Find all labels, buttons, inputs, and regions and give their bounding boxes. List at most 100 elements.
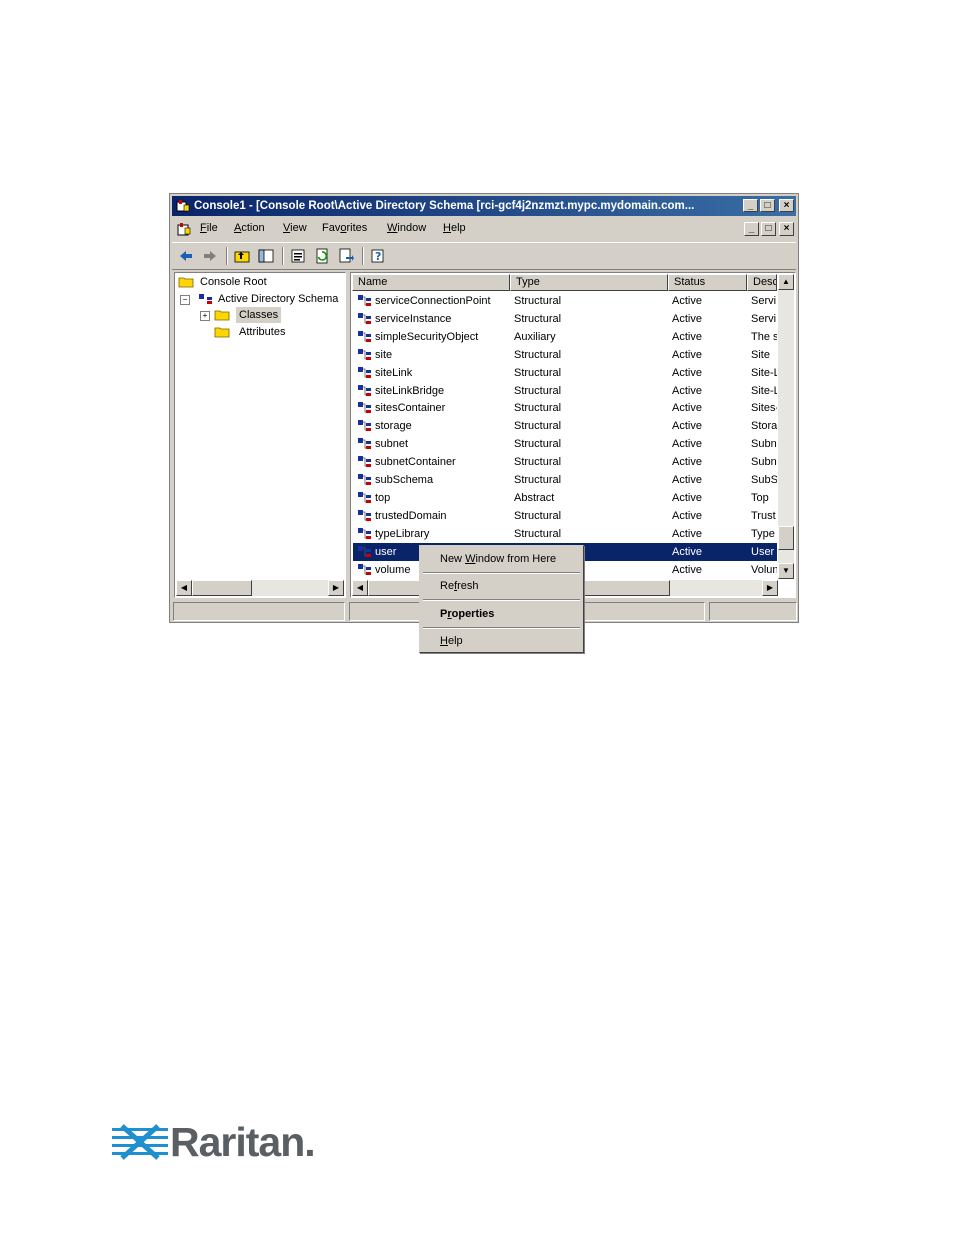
toolbar-separator [282,247,284,265]
cell-type: Structural [514,366,562,379]
table-row[interactable]: siteLink Structural Active Site-L [353,364,777,382]
tree-item-label: Console Root [200,276,267,288]
cell-description: Site-L [751,366,777,379]
cell-status: Active [672,438,702,451]
cell-type: Structural [514,474,562,486]
maximize-button[interactable]: □ [760,199,775,212]
cell-description: Type [751,527,775,540]
minimize-button[interactable]: _ [743,199,758,212]
properties-icon[interactable] [290,248,306,264]
back-arrow-icon[interactable] [178,248,194,264]
class-icon [358,509,371,521]
menu-favorites[interactable]: Favorites [322,222,367,234]
forward-arrow-icon[interactable] [202,248,218,264]
tree-item-label: Classes [236,307,282,323]
table-row[interactable]: simpleSecurityObject Auxiliary Active The s [353,328,777,346]
folder-icon [178,277,194,288]
menu-item-new-window-from-here[interactable]: New Window from Here [423,548,580,570]
menu-help[interactable]: Help [443,222,466,234]
menu-window[interactable]: Window [387,222,426,234]
close-button[interactable]: × [779,199,794,212]
brand-name: Raritan. [170,1119,316,1165]
title-bar[interactable]: Console1 - [Console Root\Active Director… [172,196,796,216]
class-icon [358,491,371,503]
up-folder-icon[interactable] [234,248,250,264]
table-row[interactable]: trustedDomain Structural Active Trust [353,507,777,525]
cell-description: SubS [751,474,777,486]
cell-type: Structural [514,384,562,397]
folder-icon [214,327,230,338]
cell-status: Active [672,384,702,397]
table-row[interactable]: subSchema Structural Active SubS [353,471,777,489]
table-row[interactable]: sitesContainer Structural Active Sites- [353,399,777,417]
help-icon[interactable]: ? [370,248,386,264]
table-row[interactable]: typeLibrary Structural Active Type [353,525,777,543]
scroll-thumb[interactable] [192,580,252,596]
cell-description: Servi [751,312,777,325]
table-row[interactable]: site Structural Active Site [353,346,777,364]
column-header-description[interactable]: Descri [747,274,777,291]
scroll-right-icon[interactable]: ▶ [762,580,778,596]
table-row[interactable]: subnet Structural Active Subn [353,435,777,453]
table-row[interactable]: subnetContainer Structural Active Subn [353,453,777,471]
cell-name: typeLibrary [375,527,430,540]
list-vertical-scrollbar[interactable]: ▲ ▼ [778,274,794,579]
menu-bar: File Action View Favorites Window Help _… [172,218,796,240]
cell-description: User [751,545,775,558]
table-row[interactable]: top Abstract Active Top [353,489,777,507]
refresh-icon[interactable] [314,248,330,264]
collapse-icon[interactable]: − [180,295,190,305]
class-icon [358,545,371,557]
toolbar: ? [172,242,796,270]
show-hide-tree-icon[interactable] [258,248,274,264]
expand-icon[interactable]: + [200,311,210,321]
column-header-type[interactable]: Type [510,274,668,291]
cell-description: Subn [751,456,777,469]
menu-file[interactable]: File [200,222,218,234]
menu-action[interactable]: Action [234,222,265,234]
class-icon [358,384,371,396]
table-row[interactable]: serviceConnectionPoint Structural Active Se… [353,292,777,310]
child-restore-button[interactable]: □ [761,222,776,236]
cell-description: Servi [751,295,777,307]
scroll-right-icon[interactable]: ▶ [328,580,344,596]
cell-status: Active [672,330,702,343]
cell-description: Volun [751,563,777,576]
tree-horizontal-scrollbar[interactable]: ◀ ▶ [176,580,344,596]
cell-description: Site [751,348,770,361]
column-header-name[interactable]: Name [352,274,510,291]
cell-type: Structural [514,402,562,415]
cell-type: Structural [514,438,562,451]
menu-item-refresh[interactable]: Refresh [423,575,580,597]
scroll-up-icon[interactable]: ▲ [778,274,794,290]
child-close-button[interactable]: × [779,222,794,236]
cell-status: Active [672,491,702,504]
menu-item-properties[interactable]: Properties [423,603,580,625]
scroll-left-icon[interactable]: ◀ [352,580,368,596]
child-minimize-button[interactable]: _ [744,222,759,236]
class-icon [358,456,371,468]
scroll-left-icon[interactable]: ◀ [176,580,192,596]
menu-separator [423,572,580,574]
cell-type: Structural [514,312,562,325]
console-menu-icon[interactable] [176,221,192,237]
cell-type: Structural [514,509,562,522]
table-row[interactable]: serviceInstance Structural Active Servi [353,310,777,328]
cell-description: Subn [751,438,777,451]
context-menu: New Window from Here Refresh Properties … [419,545,584,653]
table-row[interactable]: storage Structural Active Stora [353,417,777,435]
menu-view[interactable]: View [283,222,307,234]
mmc-app-icon [176,200,190,212]
cell-status: Active [672,312,702,325]
column-header-status[interactable]: Status [668,274,747,291]
status-panel [709,602,797,621]
table-row[interactable]: siteLinkBridge Structural Active Site-L [353,382,777,400]
class-icon [358,438,371,450]
scroll-thumb[interactable] [778,526,794,550]
class-icon [358,330,371,342]
cell-type: Auxiliary [514,330,556,343]
export-list-icon[interactable] [338,248,354,264]
scroll-down-icon[interactable]: ▼ [778,563,794,579]
menu-item-help[interactable]: Help [423,630,580,652]
cell-type: Structural [514,456,562,469]
